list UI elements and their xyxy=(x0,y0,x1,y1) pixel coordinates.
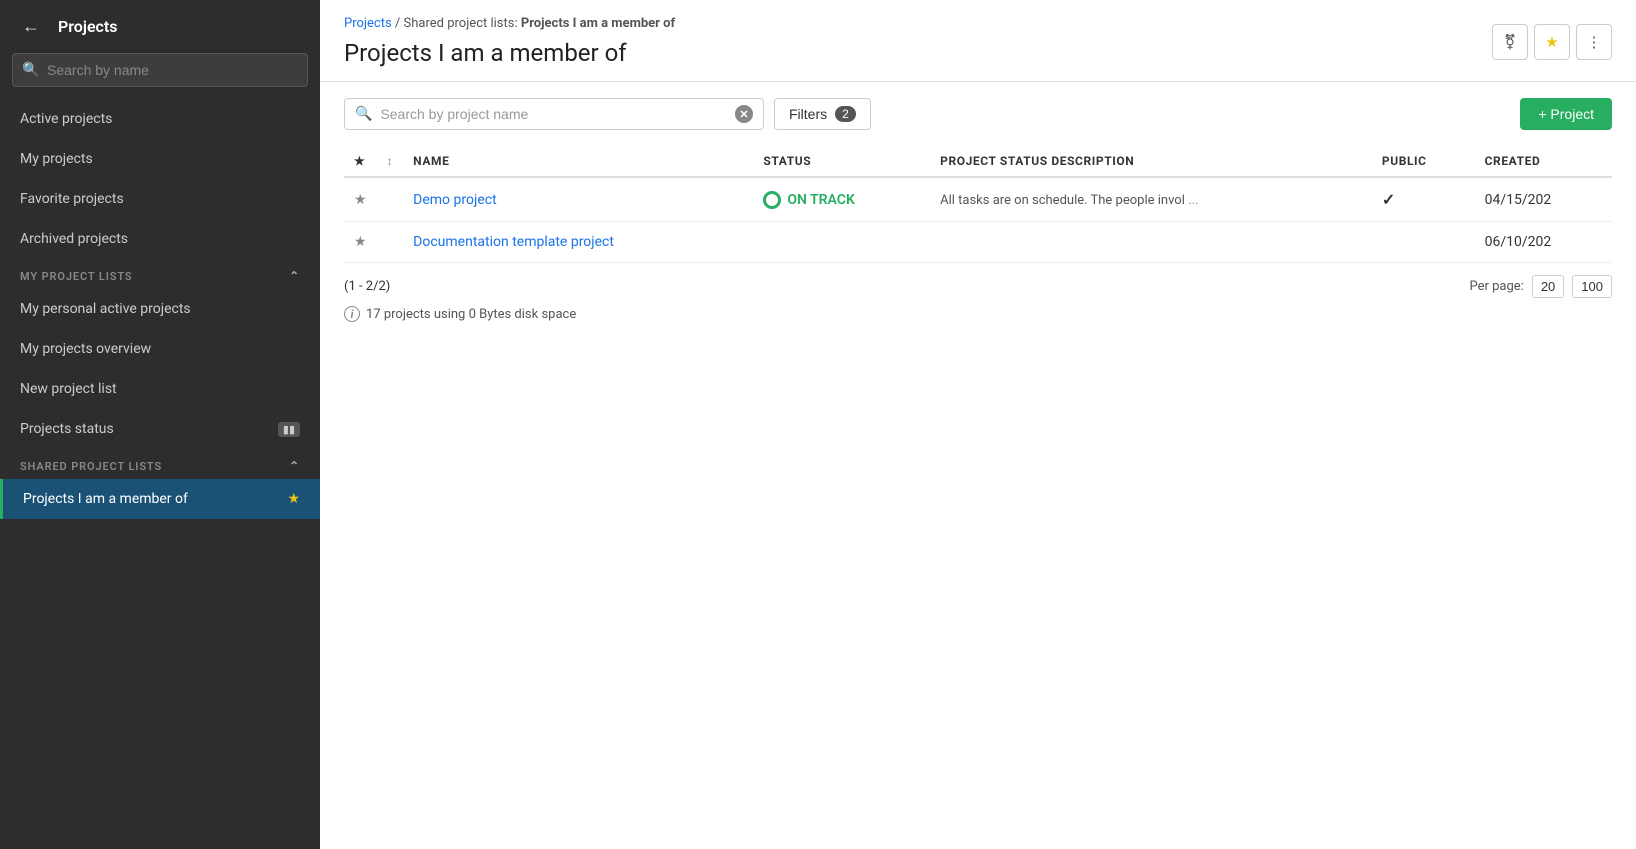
disk-info: i 17 projects using 0 Bytes disk space xyxy=(344,306,1612,322)
add-project-button[interactable]: + Project xyxy=(1520,98,1612,130)
col-description: PROJECT STATUS DESCRIPTION xyxy=(930,146,1372,177)
sidebar-item-projects-member-of[interactable]: Projects I am a member of ★ xyxy=(0,479,320,519)
row-created-1: 04/15/202 xyxy=(1475,177,1612,222)
shared-project-lists-chevron[interactable]: ⌃ xyxy=(289,459,300,473)
search-box: 🔍 ✕ xyxy=(344,98,764,130)
sidebar-title: Projects xyxy=(58,17,118,36)
more-button[interactable]: ⋮ xyxy=(1576,24,1612,60)
sidebar-search-input[interactable] xyxy=(12,53,308,87)
col-public: PUBLIC xyxy=(1372,146,1475,177)
my-project-lists-section-header: MY PROJECT LISTS ⌃ xyxy=(0,259,320,289)
row-status-2 xyxy=(753,222,930,263)
breadcrumb-projects-link[interactable]: Projects xyxy=(344,16,392,31)
breadcrumb: Projects / Shared project lists: Project… xyxy=(344,16,675,31)
disk-info-text: 17 projects using 0 Bytes disk space xyxy=(366,307,576,322)
sidebar: ← Projects 🔍 Active projects My projects… xyxy=(0,0,320,849)
table-row: ★ Demo project ON TRACK All tasks are on… xyxy=(344,177,1612,222)
row-desc-2 xyxy=(930,222,1372,263)
sidebar-item-my-projects[interactable]: My projects xyxy=(0,139,320,179)
filters-label: Filters xyxy=(789,106,827,122)
project-table: ★ ↕ NAME STATUS PROJECT STATUS DESCRIPTI… xyxy=(344,146,1612,263)
sidebar-item-active-projects[interactable]: Active projects xyxy=(0,99,320,139)
page-title: Projects I am a member of xyxy=(344,39,675,67)
row-created-2: 06/10/202 xyxy=(1475,222,1612,263)
col-star: ★ xyxy=(344,146,377,177)
content-area: 🔍 ✕ Filters 2 + Project ★ ↕ NAME STATUS … xyxy=(320,82,1636,849)
row-star-1[interactable]: ★ xyxy=(344,177,377,222)
row-desc-1: All tasks are on schedule. The people in… xyxy=(930,177,1372,222)
col-name[interactable]: NAME xyxy=(403,146,753,177)
header-actions: ⚧ ★ ⋮ xyxy=(1492,24,1612,60)
star-icon: ★ xyxy=(1545,33,1558,51)
row-public-1: ✓ xyxy=(1372,177,1475,222)
table-row: ★ Documentation template project 06/10/2… xyxy=(344,222,1612,263)
my-project-lists-chevron[interactable]: ⌃ xyxy=(289,269,300,283)
col-created: CREATED xyxy=(1475,146,1612,177)
table-head: ★ ↕ NAME STATUS PROJECT STATUS DESCRIPTI… xyxy=(344,146,1612,177)
project-search-input[interactable] xyxy=(380,106,727,122)
projects-status-badge: ▮▮ xyxy=(278,422,300,437)
col-status: STATUS xyxy=(753,146,930,177)
row-star-2[interactable]: ★ xyxy=(344,222,377,263)
per-page-100[interactable]: 100 xyxy=(1572,275,1612,298)
star-button[interactable]: ★ xyxy=(1534,24,1570,60)
project-link-2[interactable]: Documentation template project xyxy=(413,234,614,250)
row-status-1: ON TRACK xyxy=(753,177,930,222)
more-icon: ⋮ xyxy=(1587,33,1602,51)
row-name-2: Documentation template project xyxy=(403,222,753,263)
row-sort-2 xyxy=(377,222,404,263)
status-circle-1 xyxy=(763,191,781,209)
per-page-label: Per page: xyxy=(1469,279,1523,294)
status-description-1: All tasks are on schedule. The people in… xyxy=(940,193,1185,208)
sidebar-item-archived-projects[interactable]: Archived projects xyxy=(0,219,320,259)
toolbar: 🔍 ✕ Filters 2 + Project xyxy=(344,98,1612,130)
search-icon: 🔍 xyxy=(22,62,39,78)
public-checkmark-1: ✓ xyxy=(1382,190,1395,209)
main-content: Projects / Shared project lists: Project… xyxy=(320,0,1636,849)
star-icon-active: ★ xyxy=(287,491,300,507)
sidebar-header: ← Projects xyxy=(0,0,320,53)
filters-button[interactable]: Filters 2 xyxy=(774,98,871,130)
row-public-2 xyxy=(1372,222,1475,263)
main-header: Projects / Shared project lists: Project… xyxy=(320,0,1636,82)
project-link-1[interactable]: Demo project xyxy=(413,192,496,208)
shared-project-lists-section-header: SHARED PROJECT LISTS ⌃ xyxy=(0,449,320,479)
sidebar-item-new-project-list[interactable]: New project list xyxy=(0,369,320,409)
per-page-20[interactable]: 20 xyxy=(1532,275,1564,298)
search-clear-button[interactable]: ✕ xyxy=(735,105,753,123)
col-sort: ↕ xyxy=(377,146,404,177)
table-body: ★ Demo project ON TRACK All tasks are on… xyxy=(344,177,1612,263)
sidebar-item-projects-status[interactable]: Projects status ▮▮ xyxy=(0,409,320,449)
status-label-1: ON TRACK xyxy=(787,192,854,208)
row-sort-1 xyxy=(377,177,404,222)
row-name-1: Demo project xyxy=(403,177,753,222)
sidebar-search-container: 🔍 xyxy=(12,53,308,87)
info-icon: i xyxy=(344,306,360,322)
page-title-row: Projects / Shared project lists: Project… xyxy=(344,16,1612,81)
sidebar-item-my-personal-active[interactable]: My personal active projects xyxy=(0,289,320,329)
back-button[interactable]: ← xyxy=(16,14,46,39)
share-icon: ⚧ xyxy=(1504,33,1517,51)
sidebar-item-my-projects-overview[interactable]: My projects overview xyxy=(0,329,320,369)
per-page-container: Per page: 20 100 xyxy=(1469,275,1612,298)
sidebar-item-favorite-projects[interactable]: Favorite projects xyxy=(0,179,320,219)
filters-count-badge: 2 xyxy=(835,106,856,122)
pagination-info: (1 - 2/2) xyxy=(344,279,390,294)
table-footer: (1 - 2/2) Per page: 20 100 xyxy=(344,275,1612,298)
search-icon: 🔍 xyxy=(355,106,372,122)
share-button[interactable]: ⚧ xyxy=(1492,24,1528,60)
status-more-1[interactable]: ... xyxy=(1188,193,1198,208)
